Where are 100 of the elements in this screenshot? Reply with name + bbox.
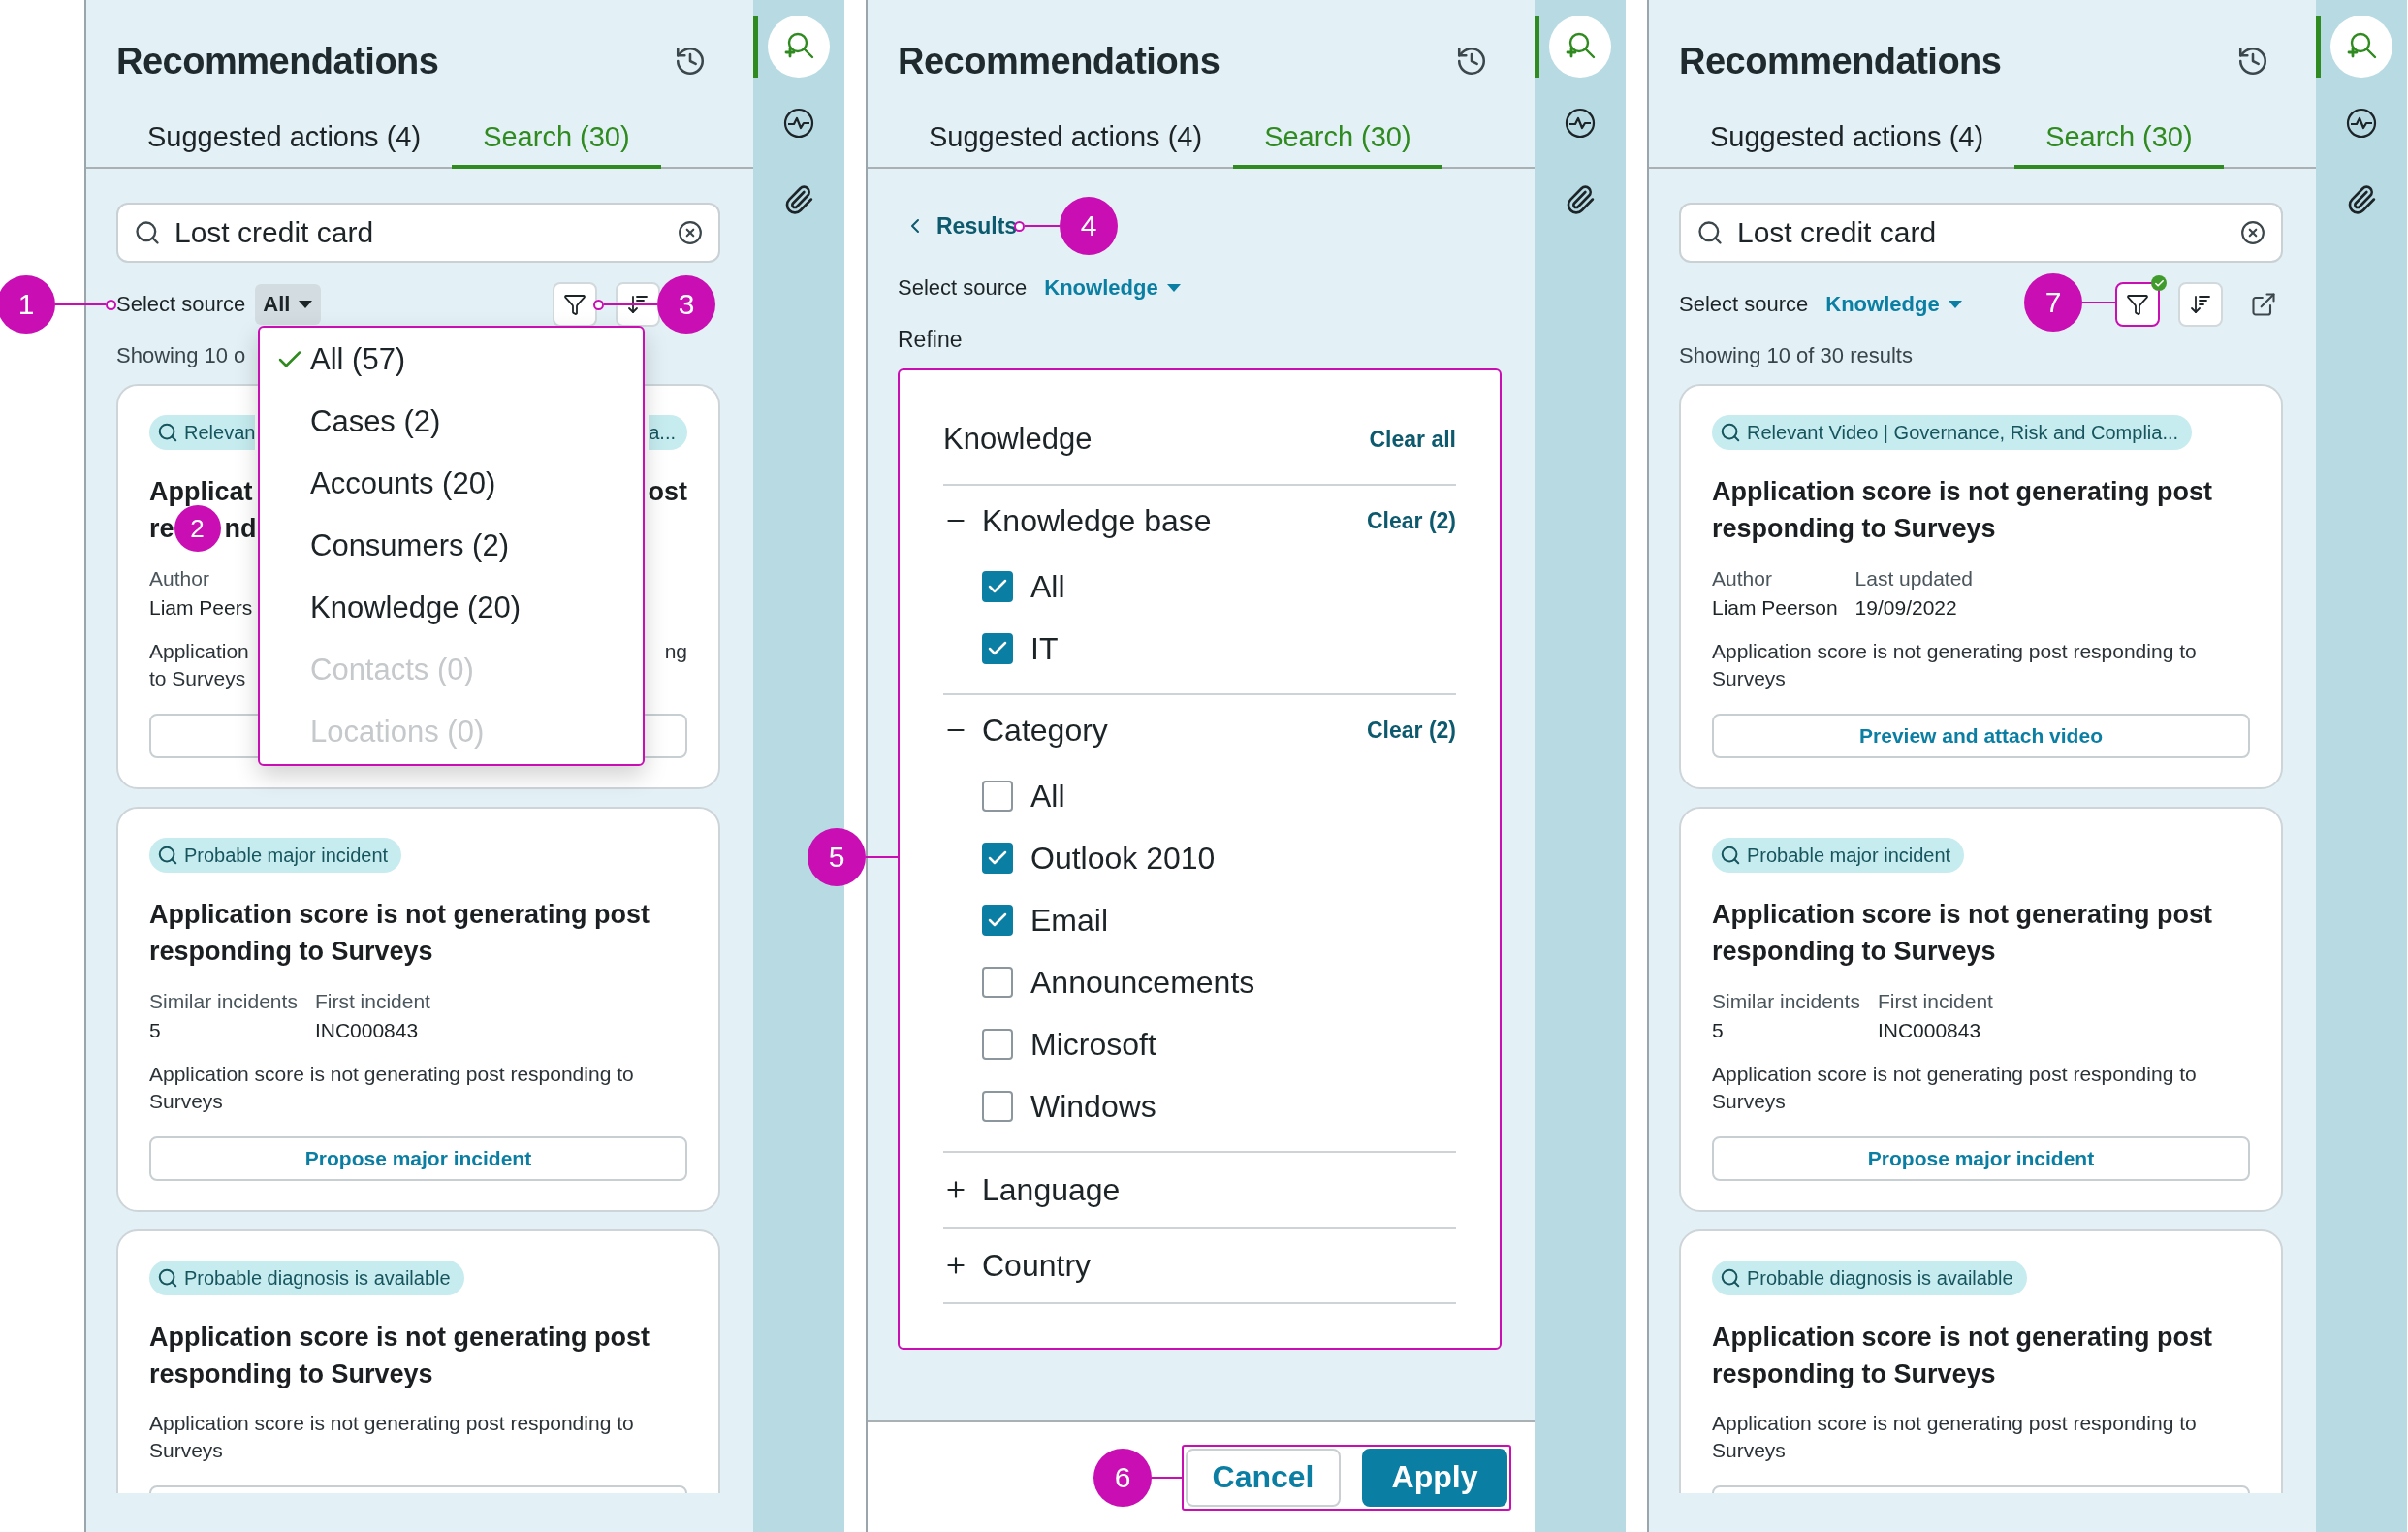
field-value: 5 <box>149 1018 162 1043</box>
search-field[interactable]: Lost credit card <box>1679 203 2283 263</box>
card-text: Application score is not generating post responding to Surveys <box>1712 639 2198 691</box>
field-value: INC000843 <box>1877 1018 1982 1043</box>
active-indicator <box>1535 16 1539 78</box>
filter-icon <box>563 293 586 316</box>
checkbox[interactable] <box>982 905 1013 936</box>
card-text: Application score is not generating post responding to Surveys <box>149 1062 635 1114</box>
option-label: Windows <box>1030 1088 1156 1125</box>
checkbox[interactable] <box>982 571 1013 602</box>
tab[interactable]: Suggested actions (4) <box>898 95 1234 169</box>
field-label: Last updated <box>1854 566 1973 591</box>
dropdown-option[interactable]: Accounts (20) <box>260 453 643 515</box>
group-label[interactable]: Knowledge base <box>982 502 1367 539</box>
checkbox[interactable] <box>982 843 1013 874</box>
caret-icon <box>1947 300 1963 309</box>
activity-icon <box>1564 107 1597 140</box>
leader-line <box>593 299 657 310</box>
tab[interactable]: Search (30) <box>452 95 661 169</box>
result-count: Showing 10 o <box>116 342 246 369</box>
apply-button[interactable]: Apply <box>1362 1448 1507 1507</box>
tab[interactable]: Suggested actions (4) <box>1679 95 2015 169</box>
tab[interactable]: Search (30) <box>1233 95 1442 169</box>
tag: Probable major incident <box>1712 838 1965 873</box>
tab[interactable]: Search (30) <box>2014 95 2224 169</box>
action-button[interactable]: Propose major incident <box>1712 1136 2250 1181</box>
action-button[interactable]: Propose major incident <box>149 1136 687 1181</box>
option-label: Email <box>1030 902 1108 939</box>
action-button[interactable]: Preview and attach video <box>1712 714 2250 758</box>
tab[interactable]: Suggested actions (4) <box>116 95 453 169</box>
caret-icon <box>1165 283 1182 293</box>
clear-link[interactable]: Clear (2) <box>1366 507 1456 534</box>
field-value: Liam Peerson <box>1712 595 1838 621</box>
field-label: First incident <box>314 989 430 1014</box>
field-value: 5 <box>1712 1018 1725 1043</box>
group-label[interactable]: Category <box>982 712 1367 749</box>
refine-title: Knowledge <box>943 422 1093 457</box>
back-link[interactable]: Results <box>898 207 1018 244</box>
filter-button[interactable] <box>2115 282 2160 327</box>
clear-link[interactable]: Clear (2) <box>1366 717 1456 744</box>
tag: Probable diagnosis is available <box>1712 1261 2027 1295</box>
callout-marker: 1 <box>0 275 55 334</box>
search-icon <box>1720 1267 1741 1289</box>
card-text-fragment: Application <box>149 640 249 663</box>
leader-line <box>55 299 116 310</box>
panel-title: Recommendations <box>898 40 1220 82</box>
paperclip-icon <box>2346 184 2377 215</box>
card-text-fragment: re <box>149 513 174 544</box>
search-icon <box>157 422 178 443</box>
search-icon <box>1720 845 1741 866</box>
card-text-fragment: nd <box>224 513 257 544</box>
result-count: Showing 10 of 30 results <box>1679 342 1913 369</box>
dropdown-option[interactable]: Knowledge (20) <box>260 577 643 639</box>
history-icon[interactable] <box>1455 45 1488 78</box>
card-text: Application score is not generating post responding to Surveys <box>1712 1062 2198 1114</box>
group-label[interactable]: Language <box>982 1171 1456 1208</box>
clear-icon[interactable] <box>678 220 703 245</box>
dropdown-option[interactable]: Cases (2) <box>260 391 643 453</box>
active-indicator <box>2316 16 2321 78</box>
caret-icon <box>298 300 314 309</box>
sort-button[interactable] <box>616 282 660 327</box>
history-icon[interactable] <box>2236 45 2269 78</box>
sort-icon <box>2189 293 2212 316</box>
card-title: Application score is not generating post responding to Surveys <box>149 899 651 968</box>
card-text-fragment: ost <box>648 476 687 507</box>
source-dropdown[interactable]: Knowledge <box>1036 268 1189 308</box>
source-label: Select source <box>116 292 246 317</box>
field-value: 19/09/2022 <box>1854 595 1958 621</box>
checkbox[interactable] <box>982 1029 1013 1060</box>
field-label: Similar incidents <box>1712 989 1860 1014</box>
paperclip-icon <box>783 184 814 215</box>
panel-title: Recommendations <box>116 40 439 82</box>
source-dropdown[interactable]: Knowledge <box>1818 284 1971 325</box>
dropdown-option[interactable]: All (57) <box>260 329 643 391</box>
tag: Relevant Video | Governance, Risk and Complia... <box>1712 415 2193 450</box>
field-label: Similar incidents <box>149 989 298 1014</box>
dropdown-option[interactable]: Consumers (2) <box>260 515 643 577</box>
card-title: Application score is not generating post responding to Surveys <box>1712 476 2214 545</box>
panel-title: Recommendations <box>1679 40 2002 82</box>
group-label[interactable]: Country <box>982 1247 1456 1284</box>
search-icon <box>157 1267 178 1289</box>
clear-all-link[interactable]: Clear all <box>1369 426 1456 453</box>
sort-button[interactable] <box>2178 282 2223 327</box>
checkbox[interactable] <box>982 967 1013 998</box>
checkbox[interactable] <box>982 633 1013 664</box>
checkbox[interactable] <box>982 781 1013 812</box>
clear-icon[interactable] <box>2240 220 2265 245</box>
cancel-button[interactable]: Cancel <box>1186 1448 1341 1507</box>
external-link-icon[interactable] <box>2250 291 2277 318</box>
activity-icon <box>782 107 815 140</box>
activity-icon <box>2345 107 2378 140</box>
option-label: All <box>1030 778 1065 814</box>
checkbox[interactable] <box>982 1091 1013 1122</box>
card-text-fragment: Author <box>149 567 209 590</box>
history-icon[interactable] <box>674 45 707 78</box>
tag: Probable major incident <box>149 838 402 873</box>
search-field[interactable]: Lost credit card <box>116 203 720 263</box>
source-dropdown[interactable]: All <box>255 284 322 325</box>
card-title: Application score is not generating post responding to Surveys <box>1712 1322 2214 1390</box>
field-label: Author <box>1712 566 1773 591</box>
